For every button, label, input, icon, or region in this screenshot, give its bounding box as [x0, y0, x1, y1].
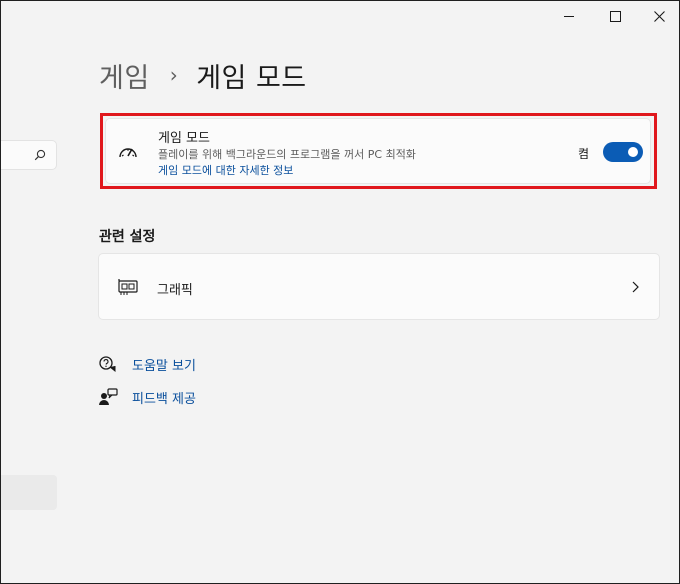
chevron-right-icon: [632, 281, 639, 293]
game-mode-description: 플레이를 위해 백그라운드의 프로그램을 꺼서 PC 최적화: [158, 148, 416, 161]
graphics-card-icon: [118, 279, 138, 295]
give-feedback-label: 피드백 제공: [132, 391, 196, 407]
get-help-link[interactable]: 도움말 보기: [98, 353, 196, 375]
settings-window: 게임 › 게임 모드 게임 모드 플레이를 위해 백그라운드의 프로그램을 꺼서…: [0, 0, 680, 584]
search-icon: [34, 149, 46, 161]
game-mode-title: 게임 모드: [158, 131, 210, 146]
sidebar-item-selected[interactable]: [1, 475, 57, 510]
help-chat-icon: [99, 356, 116, 373]
speedometer-icon: [119, 148, 137, 158]
graphics-settings-item[interactable]: 그래픽: [98, 253, 660, 320]
minimize-icon: [564, 15, 574, 17]
maximize-icon: [609, 10, 621, 22]
breadcrumb: 게임 › 게임 모드: [99, 55, 307, 95]
game-mode-info-link[interactable]: 게임 모드에 대한 자세한 정보: [158, 162, 293, 178]
toggle-state-label: 켬: [578, 147, 590, 161]
related-settings-heading: 관련 설정: [99, 229, 156, 245]
page-title: 게임 모드: [196, 62, 307, 94]
toggle-knob: [628, 147, 638, 157]
game-mode-toggle[interactable]: [603, 142, 643, 162]
graphics-label: 그래픽: [157, 283, 193, 298]
minimize-button[interactable]: [547, 1, 591, 31]
breadcrumb-separator: ›: [169, 63, 179, 87]
give-feedback-link[interactable]: 피드백 제공: [98, 386, 196, 408]
game-mode-card: 게임 모드 플레이를 위해 백그라운드의 프로그램을 꺼서 PC 최적화 게임 …: [105, 118, 651, 184]
breadcrumb-parent[interactable]: 게임: [99, 56, 150, 95]
search-input[interactable]: [1, 140, 57, 170]
maximize-button[interactable]: [593, 1, 637, 31]
get-help-label: 도움말 보기: [132, 358, 196, 374]
close-icon: [653, 10, 665, 22]
feedback-icon: [99, 388, 118, 405]
close-button[interactable]: [637, 1, 679, 31]
